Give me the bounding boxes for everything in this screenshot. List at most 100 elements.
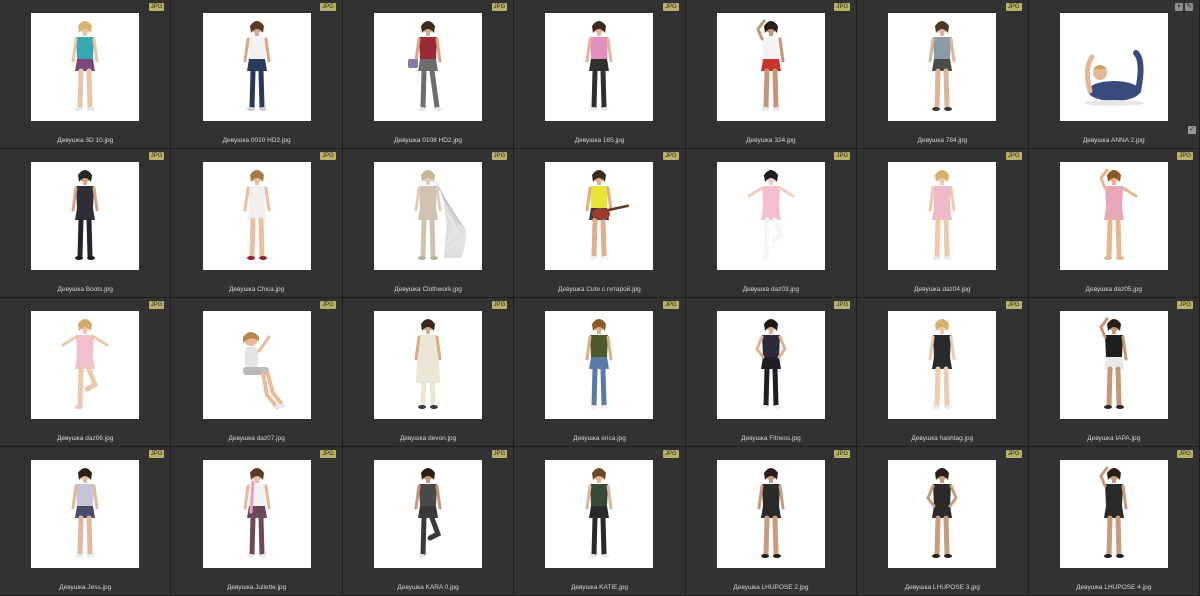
file-name-label: Девушка Jess.jpg: [59, 584, 112, 591]
file-name-label: Девушка LHUPOSE 4.jpg: [1076, 584, 1152, 591]
thumbnail-image[interactable]: [202, 311, 311, 419]
thumbnail-image[interactable]: [545, 311, 654, 419]
thumbnail-item[interactable]: JPG Девушка Cute с гитарой.jpg: [514, 149, 686, 298]
thumbnail-item[interactable]: JPG Девушка Boots.jpg: [0, 149, 172, 298]
file-type-badge: JPG: [491, 152, 508, 160]
thumbnail-image[interactable]: [374, 460, 483, 568]
thumbnail-item[interactable]: JPG Девушка Juliette.jpg: [171, 447, 343, 596]
figure-illustration: [757, 468, 785, 558]
thumbnail-item[interactable]: JPG Девушка 324.jpg: [685, 0, 858, 149]
thumbnail-image[interactable]: [374, 311, 483, 419]
file-type-badge: JPG: [663, 3, 679, 11]
thumbnail-item[interactable]: JPG Девушка Clothwork.jpg: [342, 149, 515, 298]
thumbnail-image[interactable]: [1059, 13, 1168, 121]
figure-illustration: [1099, 317, 1128, 409]
thumbnail-item[interactable]: JPG Девушка 784.jpg: [857, 0, 1029, 149]
figure-illustration: [585, 319, 613, 409]
thumbnail-item[interactable]: JPG Девушка daz04.jpg: [857, 149, 1029, 298]
thumbnail-item[interactable]: ▪ ✎ ✓ Девушка ANNA 2.jpg: [1028, 0, 1200, 149]
check-icon[interactable]: ✓: [1187, 126, 1196, 134]
thumbnail-image[interactable]: [31, 13, 140, 121]
figure-illustration: [243, 170, 271, 260]
figure-illustration: [585, 21, 613, 111]
file-type-badge: JPG: [1005, 152, 1022, 160]
file-type-badge: JPG: [663, 152, 679, 160]
thumbnail-image[interactable]: [374, 162, 483, 270]
file-name-label: Девушка hashtag.jpg: [911, 435, 974, 442]
figure-illustration: [414, 468, 442, 558]
figure-illustration: [585, 468, 613, 558]
thumbnail-item[interactable]: JPG Девушка 165.jpg: [514, 0, 686, 149]
figure-illustration: [747, 170, 795, 260]
figure-illustration: [755, 319, 787, 409]
file-type-badge: JPG: [1177, 152, 1193, 160]
file-name-label: Девушка devon.jpg: [399, 435, 457, 442]
thumbnail-item[interactable]: JPG Девушка LHUPOSE 2.jpg: [685, 447, 858, 596]
file-name-label: Девушка daz04.jpg: [914, 286, 971, 293]
thumbnail-image[interactable]: [888, 13, 997, 121]
thumbnail-image[interactable]: [374, 13, 483, 121]
figure-illustration: [928, 319, 956, 409]
thumbnail-item[interactable]: JPG Девушка Chica.jpg: [171, 149, 343, 298]
thumbnail-image[interactable]: [716, 162, 825, 270]
figure-illustration: [1099, 168, 1138, 260]
figure-illustration: [243, 468, 271, 558]
thumbnail-image[interactable]: [31, 311, 140, 419]
figure-illustration: [926, 468, 959, 558]
thumbnail-image[interactable]: [888, 460, 997, 568]
thumbnail-image[interactable]: [716, 13, 825, 121]
file-name-label: Девушка Cute с гитарой.jpg: [558, 286, 641, 293]
figure-illustration: [408, 21, 443, 111]
thumbnail-image[interactable]: [202, 13, 311, 121]
thumbnail-item[interactable]: JPG Девушка daz03.jpg: [685, 149, 858, 298]
file-type-badge: JPG: [148, 450, 165, 458]
thumbnail-item[interactable]: JPG Девушка LHUPOSE 4.jpg: [1028, 447, 1200, 596]
thumbnail-item[interactable]: JPG Девушка Fitness.jpg: [685, 298, 858, 447]
file-type-badge: JPG: [834, 450, 851, 458]
select-icon[interactable]: ▪: [1174, 3, 1183, 11]
thumbnail-item[interactable]: JPG Девушка 3D 10.jpg: [0, 0, 172, 149]
pencil-icon[interactable]: ✎: [1184, 3, 1193, 11]
file-type-badge: JPG: [834, 301, 851, 309]
thumbnail-item[interactable]: JPG Девушка hashtag.jpg: [857, 298, 1029, 447]
thumbnail-item[interactable]: JPG Девушка LHUPOSE 3.jpg: [857, 447, 1029, 596]
file-type-badge: JPG: [148, 301, 165, 309]
thumbnail-item[interactable]: JPG Девушка Jess.jpg: [0, 447, 172, 596]
thumbnail-image[interactable]: [1059, 162, 1168, 270]
thumbnail-image[interactable]: [31, 460, 140, 568]
thumbnail-image[interactable]: [545, 162, 654, 270]
file-name-label: Девушка 784.jpg: [917, 137, 968, 144]
thumbnail-image[interactable]: [1059, 311, 1168, 419]
file-name-label: Девушка Chica.jpg: [228, 286, 285, 293]
thumbnail-item[interactable]: JPG Девушка 0010 HD2.jpg: [171, 0, 343, 149]
thumbnail-image[interactable]: [545, 460, 654, 568]
file-name-label: Девушка 0010 HD2.jpg: [222, 137, 291, 144]
file-type-badge: JPG: [1005, 3, 1022, 11]
thumbnail-item[interactable]: JPG Девушка daz05.jpg: [1028, 149, 1200, 298]
file-type-badge: JPG: [491, 301, 508, 309]
thumbnail-item[interactable]: JPG Девушка IAPA.jpg: [1028, 298, 1200, 447]
file-name-label: Девушка erica.jpg: [573, 435, 626, 442]
thumbnail-image[interactable]: [716, 311, 825, 419]
thumbnail-item[interactable]: JPG Девушка devon.jpg: [342, 298, 515, 447]
thumbnail-item[interactable]: JPG Девушка daz06.jpg: [0, 298, 172, 447]
file-name-label: Девушка KARA 0.jpg: [397, 584, 459, 591]
file-type-badge: JPG: [148, 3, 165, 11]
thumbnail-item[interactable]: JPG Девушка KATIE.jpg: [514, 447, 686, 596]
thumbnail-item[interactable]: JPG Девушка KARA 0.jpg: [342, 447, 515, 596]
thumbnail-item[interactable]: JPG Девушка 0108 HD2.jpg: [342, 0, 515, 149]
thumbnail-image[interactable]: [202, 162, 311, 270]
figure-illustration: [1099, 466, 1128, 558]
file-name-label: Девушка Boots.jpg: [57, 286, 113, 293]
thumbnail-image[interactable]: [1059, 460, 1168, 568]
thumbnail-image[interactable]: [202, 460, 311, 568]
thumbnail-image[interactable]: [31, 162, 140, 270]
thumbnail-image[interactable]: [888, 162, 997, 270]
thumbnail-image[interactable]: [716, 460, 825, 568]
thumbnail-item[interactable]: JPG Девушка daz07.jpg: [171, 298, 343, 447]
thumbnail-image[interactable]: [545, 13, 654, 121]
thumbnail-item[interactable]: JPG Девушка erica.jpg: [514, 298, 686, 447]
thumbnail-image[interactable]: [888, 311, 997, 419]
file-type-badge: JPG: [320, 301, 336, 309]
figure-illustration: [71, 170, 99, 260]
